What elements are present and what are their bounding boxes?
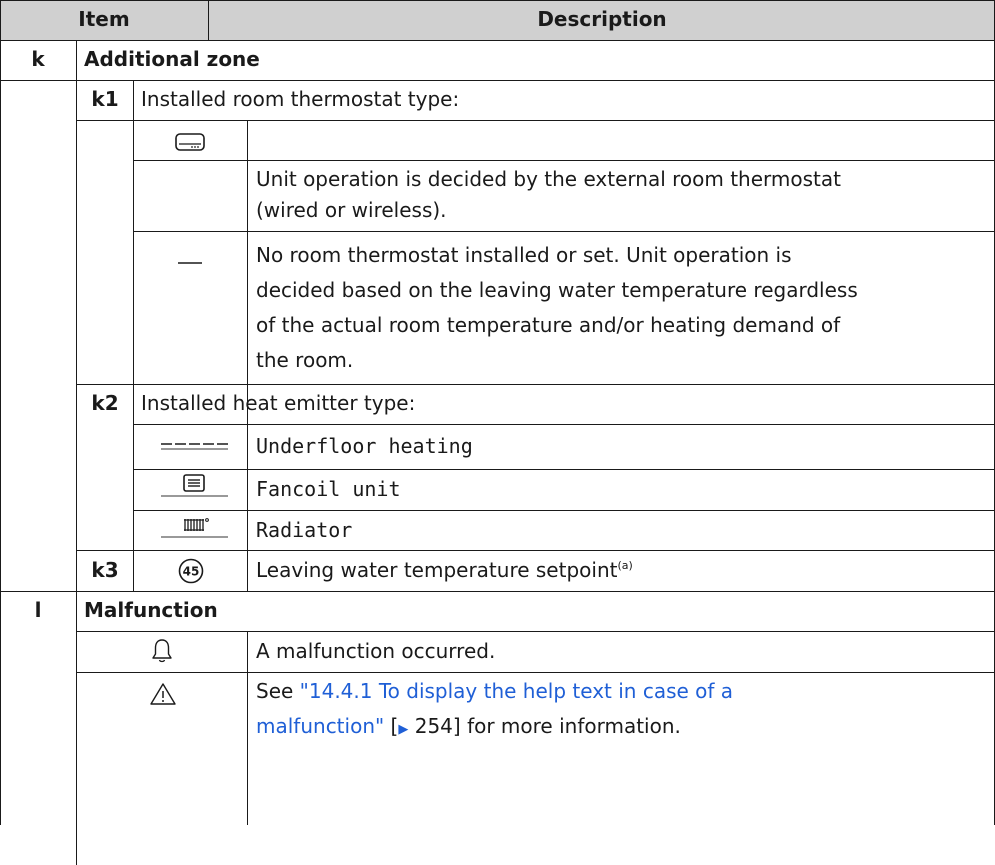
help-text-line-2: malfunction" [▶ 254] for more informatio… (256, 714, 681, 738)
k1-label: Installed room thermostat type: (141, 87, 460, 111)
fancoil-unit-icon (160, 474, 230, 500)
item-code-k: k (31, 47, 45, 71)
no-thermostat-line-2: decided based on the leaving water tempe… (256, 278, 858, 302)
section-title-malfunction: Malfunction (84, 598, 218, 622)
radiator-label: Radiator (256, 518, 353, 542)
thermostat-option-line-2: (wired or wireless). (256, 198, 447, 222)
svg-text:45: 45 (183, 565, 200, 579)
description-table: Item Description k Additional zone k1 In… (0, 0, 995, 865)
k2-label: Installed heat emitter type: (141, 391, 416, 415)
help-text-link-continued[interactable]: malfunction" (256, 714, 384, 738)
bell-icon (151, 638, 173, 664)
header-item: Item (78, 7, 130, 31)
setpoint-value-icon: 45 (178, 558, 204, 584)
warning-icon (149, 682, 177, 706)
thermostat-option-line-1: Unit operation is decided by the externa… (256, 167, 841, 191)
item-code-k2: k2 (91, 391, 119, 415)
dash-icon (178, 261, 202, 265)
item-code-l: l (34, 598, 42, 622)
page-reference: 254] (408, 714, 461, 738)
radiator-icon (160, 515, 230, 541)
help-text-line-1: See "14.4.1 To display the help text in … (256, 679, 734, 703)
item-code-k3: k3 (91, 558, 119, 582)
underfloor-heating-label: Underfloor heating (256, 434, 473, 458)
setpoint-description: Leaving water temperature setpoint(a) (256, 558, 633, 582)
no-thermostat-line-4: the room. (256, 348, 354, 372)
no-thermostat-line-3: of the actual room temperature and/or he… (256, 313, 841, 337)
item-code-k1: k1 (91, 87, 119, 111)
fancoil-unit-label: Fancoil unit (256, 477, 401, 501)
malfunction-occurred-text: A malfunction occurred. (256, 639, 496, 663)
room-thermostat-icon (175, 133, 205, 151)
section-title-additional-zone: Additional zone (84, 47, 260, 71)
underfloor-heating-icon (160, 442, 230, 452)
help-text-link[interactable]: "14.4.1 To display the help text in case… (300, 679, 733, 703)
footnote-marker: (a) (617, 559, 633, 572)
page-ref-arrow-icon: ▶ (398, 722, 409, 737)
header-description: Description (537, 7, 667, 31)
no-thermostat-line-1: No room thermostat installed or set. Uni… (256, 243, 792, 267)
